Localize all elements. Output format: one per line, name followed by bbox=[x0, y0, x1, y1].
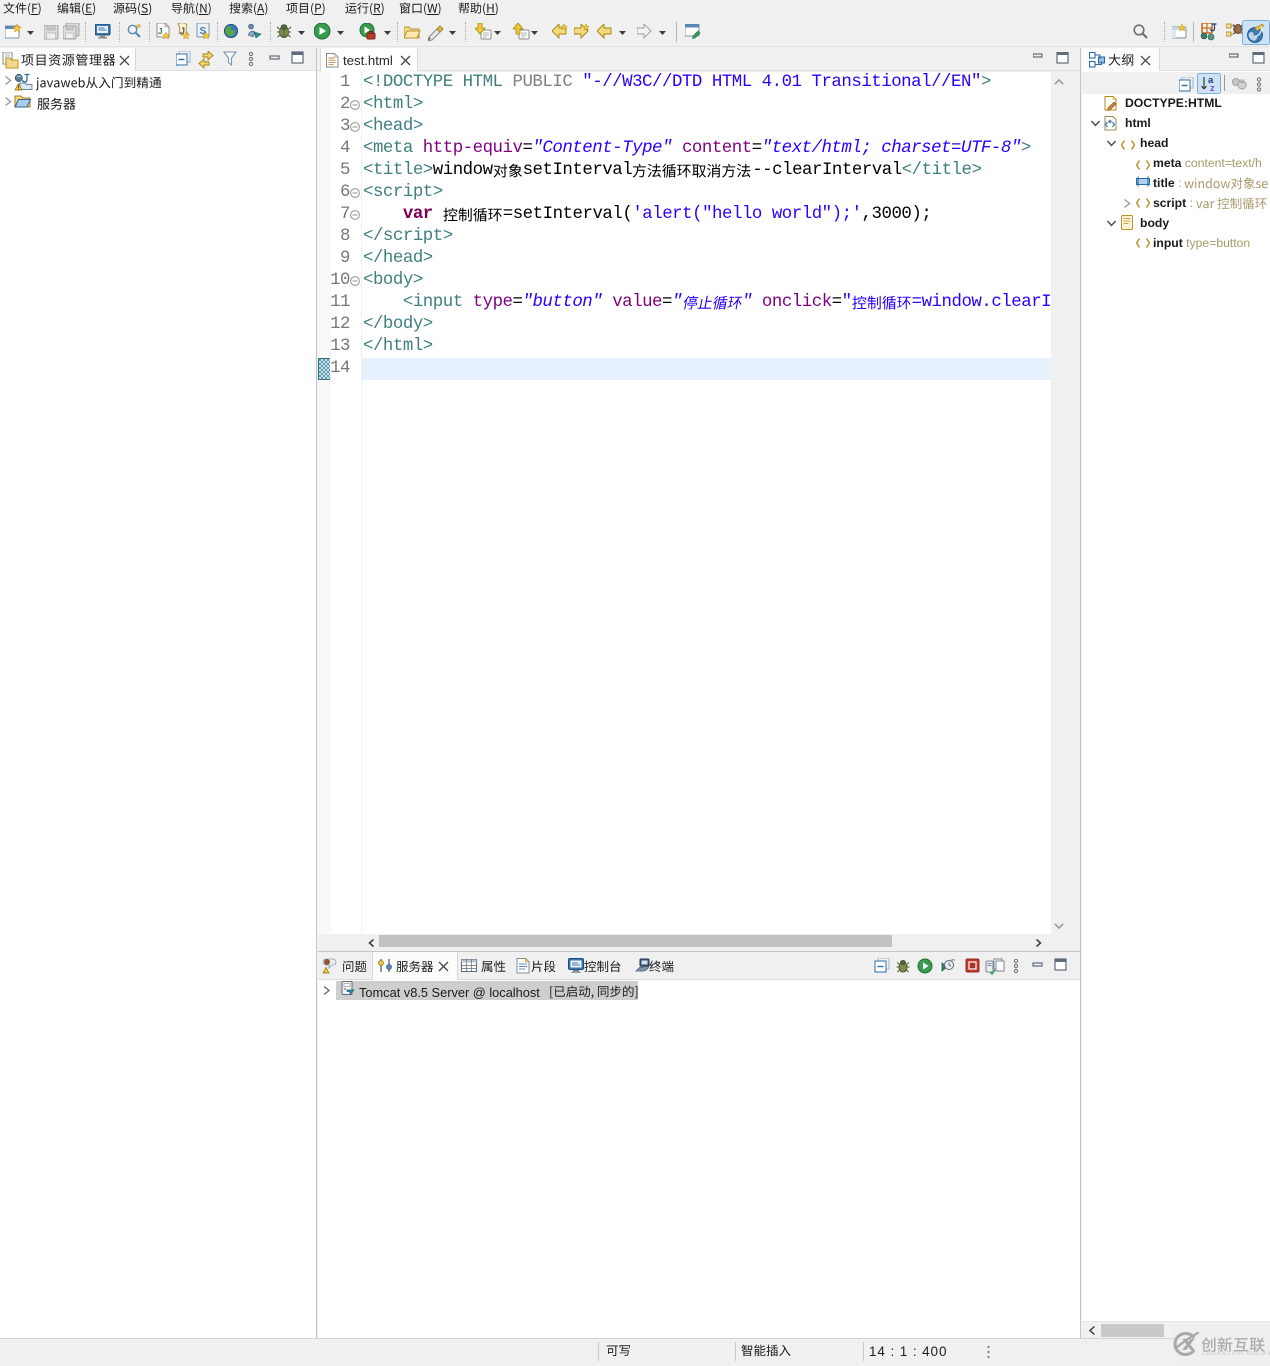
svg-text:J: J bbox=[158, 27, 162, 36]
